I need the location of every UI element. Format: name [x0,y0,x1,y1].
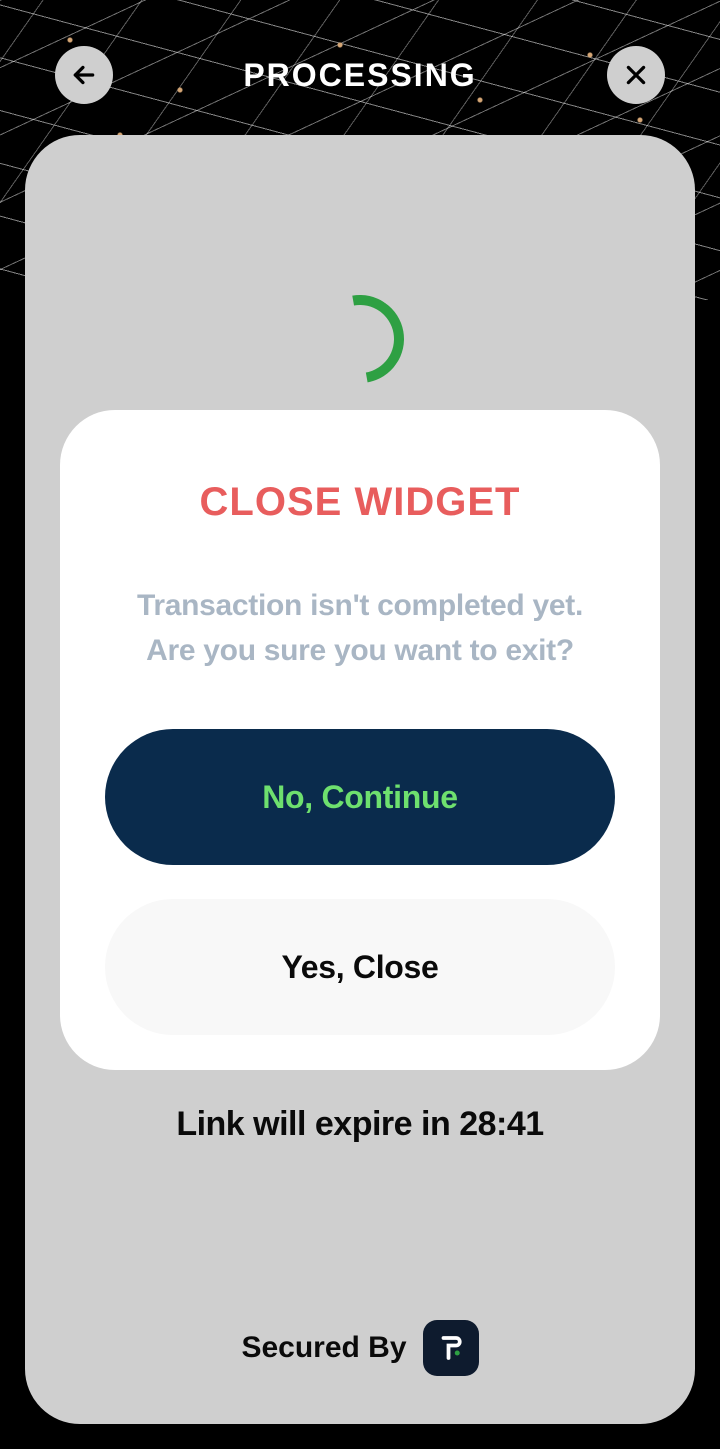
confirm-close-button[interactable]: Yes, Close [105,899,615,1035]
modal-title: CLOSE WIDGET [105,480,615,525]
secured-footer: Secured By [25,1320,695,1376]
page-title: PROCESSING [243,57,476,94]
continue-button[interactable]: No, Continue [105,729,615,865]
brand-logo-icon [423,1320,479,1376]
back-button[interactable] [55,46,113,104]
arrow-left-icon [71,62,97,88]
modal-line2: Are you sure you want to exit? [105,628,615,673]
close-icon [623,62,649,88]
expiry-time: 28:41 [459,1105,543,1143]
loading-spinner-icon [299,278,422,401]
header: PROCESSING [0,40,720,110]
close-confirmation-modal: CLOSE WIDGET Transaction isn't completed… [60,410,660,1070]
modal-line1: Transaction isn't completed yet. [105,583,615,628]
modal-body: Transaction isn't completed yet. Are you… [105,583,615,673]
expiry-text: Link will expire in 28:41 [25,1105,695,1144]
secured-label: Secured By [241,1331,406,1365]
expiry-prefix: Link will expire in [176,1105,459,1143]
close-button[interactable] [607,46,665,104]
